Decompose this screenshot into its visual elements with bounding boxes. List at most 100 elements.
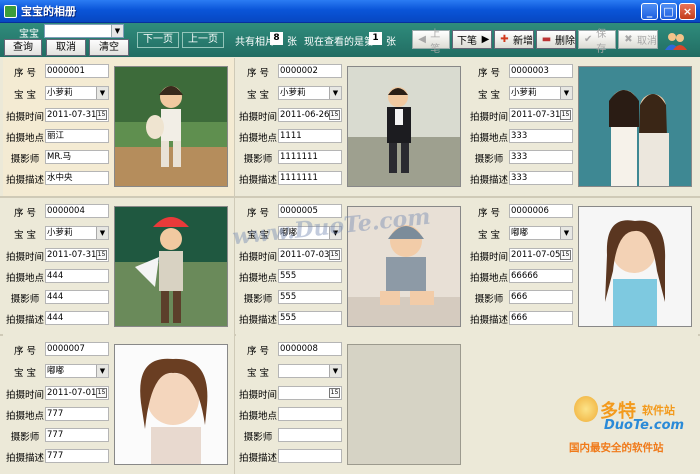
field-desc-input[interactable]: 1111111 [278,171,342,185]
field-desc-input[interactable]: 666 [509,311,573,325]
field-date-input[interactable]: 2011-07-05 15 [509,248,573,262]
field-place-input[interactable] [278,407,342,421]
photo-card[interactable]: 序 号 0000004 宝 宝小萝莉 ▼ 拍摄时间 2011-07-31 15 拍摄地点 444… [3,198,234,336]
delete-button[interactable]: ▬ 删除 [536,30,576,49]
field-desc-input[interactable] [278,449,342,463]
field-date-input[interactable]: 15 [278,386,342,400]
field-photographer-value: 444 [47,292,64,302]
field-baby-value: 小萝莉 [511,88,537,98]
calendar-icon[interactable]: 15 [96,388,107,398]
field-photographer-value: 333 [511,152,528,162]
field-photographer-input[interactable]: 555 [278,290,342,304]
field-date-input[interactable]: 2011-07-01 15 [45,386,109,400]
baby-photo[interactable] [347,344,461,465]
field-photographer-input[interactable]: 333 [509,150,573,164]
field-date-input[interactable]: 2011-07-31 15 [509,108,573,122]
next-page-button[interactable]: 下一页 [137,32,179,48]
field-desc-input[interactable]: 777 [45,449,109,463]
field-baby-select[interactable]: 小萝莉 ▼ [278,86,342,100]
clear-button[interactable]: 清空 [89,39,129,56]
viewing-index: 1 [369,32,382,45]
field-place-input[interactable]: 1111 [278,129,342,143]
field-label-date: 拍摄时间 [470,112,509,123]
field-baby-select[interactable]: 嘟嘟 ▼ [509,226,573,240]
cancel-query-button[interactable]: 取消 [46,39,86,56]
calendar-icon[interactable]: 15 [329,110,340,120]
field-photographer-input[interactable]: 777 [45,428,109,442]
baby-photo[interactable] [578,66,692,187]
field-desc-input[interactable]: 水中央 [45,171,109,185]
field-photographer-input[interactable] [278,428,342,442]
field-desc-input[interactable]: 444 [45,311,109,325]
baby-photo[interactable] [114,206,228,327]
field-place-input[interactable]: 444 [45,269,109,283]
field-desc-value: 555 [280,313,297,323]
field-place-input[interactable]: 777 [45,407,109,421]
field-photographer-input[interactable]: 444 [45,290,109,304]
field-baby-select[interactable]: 小萝莉 ▼ [45,226,109,240]
field-serial-input[interactable]: 0000002 [278,64,342,78]
photo-card[interactable]: 序 号 0000006 宝 宝嘟嘟 ▼ 拍摄时间 2011-07-05 15 拍摄地点 6666… [467,198,698,336]
field-serial-input[interactable]: 0000008 [278,342,342,356]
field-photographer-input[interactable]: MR.马 [45,150,109,164]
minimize-button[interactable]: _ [641,3,658,20]
calendar-icon[interactable]: 15 [560,110,571,120]
cancel-edit-button[interactable]: ✖ 取消 [618,30,658,49]
save-button[interactable]: ✔ 保存 [578,29,616,55]
field-serial-value: 0000004 [47,206,85,216]
field-label-photographer: 摄影师 [243,294,273,305]
field-date-input[interactable]: 2011-07-03 15 [278,248,342,262]
photo-card[interactable]: 序 号 0000002 宝 宝小萝莉 ▼ 拍摄时间 2011-06-26 15 拍摄地点 111… [236,58,467,196]
baby-photo[interactable] [347,66,461,187]
field-baby-select[interactable]: 嘟嘟 ▼ [45,364,109,378]
prev-page-button[interactable]: 上一页 [182,32,224,48]
field-baby-select[interactable]: 小萝莉 ▼ [509,86,573,100]
photo-card[interactable]: 序 号 0000003 宝 宝小萝莉 ▼ 拍摄时间 2011-07-31 15 拍摄地点 333… [467,58,698,196]
field-serial-input[interactable]: 0000003 [509,64,573,78]
calendar-icon[interactable]: 15 [329,250,340,260]
users-icon[interactable] [664,31,688,51]
field-place-input[interactable]: 333 [509,129,573,143]
field-date-input[interactable]: 2011-07-31 15 [45,108,109,122]
field-photographer-value: 1111111 [280,152,318,162]
baby-filter-select[interactable]: ▼ [44,24,124,38]
photo-card[interactable]: 序 号 0000007 宝 宝嘟嘟 ▼ 拍摄时间 2011-07-01 15 拍摄地点 777 摄… [3,336,234,474]
field-date-input[interactable]: 2011-06-26 15 [278,108,342,122]
field-serial-input[interactable]: 0000004 [45,204,109,218]
field-baby-select[interactable]: ▼ [278,364,342,378]
field-serial-input[interactable]: 0000001 [45,64,109,78]
field-desc-value: 1111111 [280,173,318,183]
field-desc-input[interactable]: 333 [509,171,573,185]
field-photographer-input[interactable]: 1111111 [278,150,342,164]
field-serial-input[interactable]: 0000006 [509,204,573,218]
maximize-button[interactable]: □ [660,3,677,20]
baby-photo[interactable] [114,66,228,187]
chevron-down-icon: ▼ [560,227,572,239]
field-desc-input[interactable]: 555 [278,311,342,325]
calendar-icon[interactable]: 15 [560,250,571,260]
field-place-input[interactable]: 66666 [509,269,573,283]
field-date-input[interactable]: 2011-07-31 15 [45,248,109,262]
photo-card[interactable]: 序 号 0000001 宝 宝小萝莉 ▼ 拍摄时间 2011-07-31 15 拍摄地点 丽江摄… [3,58,234,196]
field-place-input[interactable]: 丽江 [45,129,109,143]
field-photographer-input[interactable]: 666 [509,290,573,304]
photo-card[interactable]: 序 号 0000008 宝 宝 ▼ 拍摄时间 15 拍摄地点 摄影师 拍摄描述 [236,336,467,474]
field-photographer-value: 666 [511,292,528,302]
viewing-suffix: 张 [386,37,396,48]
baby-photo[interactable] [578,206,692,327]
field-place-input[interactable]: 555 [278,269,342,283]
calendar-icon[interactable]: 15 [96,110,107,120]
calendar-icon[interactable]: 15 [329,388,340,398]
field-label-serial: 序 号 [13,346,37,357]
field-label-serial: 序 号 [246,68,270,79]
prev-record-button[interactable]: ◀ 上笔 [412,29,450,55]
field-desc-value: 333 [511,173,528,183]
baby-photo[interactable] [114,344,228,465]
close-button[interactable]: × [679,3,696,20]
calendar-icon[interactable]: 15 [96,250,107,260]
field-baby-select[interactable]: 小萝莉 ▼ [45,86,109,100]
next-record-button[interactable]: 下笔 ▶ [452,30,492,49]
query-button[interactable]: 查询 [4,39,42,56]
field-serial-input[interactable]: 0000007 [45,342,109,356]
add-button[interactable]: ✚ 新增 [494,30,534,49]
